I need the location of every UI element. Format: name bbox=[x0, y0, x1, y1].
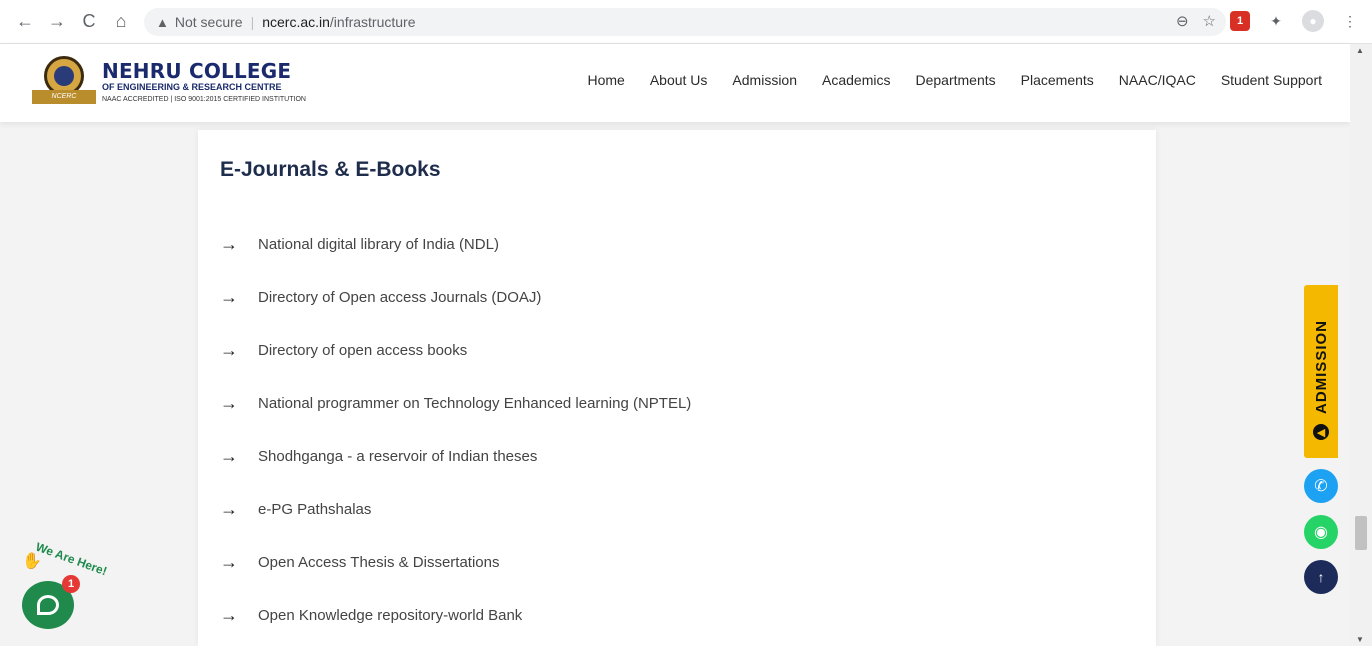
resource-link[interactable]: Open Access Thesis & Dissertations bbox=[258, 554, 500, 571]
arrow-right-icon: → bbox=[220, 393, 238, 413]
nav-student-support[interactable]: Student Support bbox=[1221, 72, 1322, 88]
security-label[interactable]: Not secure bbox=[175, 14, 243, 30]
list-item[interactable]: → National programmer on Technology Enha… bbox=[220, 377, 691, 430]
browser-toolbar: ← → C ⌂ ▲ Not secure | ncerc.ac.in /infr… bbox=[0, 0, 1372, 44]
browser-menu-icon[interactable]: ⋮ bbox=[1340, 11, 1360, 31]
home-icon[interactable]: ⌂ bbox=[108, 9, 134, 35]
list-item[interactable]: → Directory of Open access Journals (DOA… bbox=[220, 271, 691, 324]
resource-link[interactable]: Shodhganga - a reservoir of Indian these… bbox=[258, 448, 537, 465]
resource-link[interactable]: e-PG Pathshalas bbox=[258, 501, 371, 518]
logo-subtitle: OF ENGINEERING & RESEARCH CENTRE bbox=[102, 81, 282, 92]
admission-tab-label: ADMISSION bbox=[1312, 319, 1330, 414]
extension-badge-icon[interactable]: 1 bbox=[1230, 11, 1250, 31]
arrow-right-icon: → bbox=[220, 234, 238, 254]
url-host[interactable]: ncerc.ac.in bbox=[262, 14, 330, 30]
reload-icon[interactable]: C bbox=[76, 9, 102, 35]
admission-side-tab[interactable]: ADMISSION ◀ bbox=[1304, 285, 1338, 458]
ejournals-card: E-Journals & E-Books → National digital … bbox=[198, 130, 1156, 646]
resource-link-list: → National digital library of India (NDL… bbox=[220, 218, 691, 642]
nav-naac-iqac[interactable]: NAAC/IQAC bbox=[1119, 72, 1196, 88]
arrow-left-circle-icon: ◀ bbox=[1313, 424, 1329, 440]
logo-text: NEHRU COLLEGE OF ENGINEERING & RESEARCH … bbox=[102, 60, 306, 105]
scroll-to-top-button[interactable]: ↑ bbox=[1304, 560, 1338, 594]
warning-icon[interactable]: ▲ bbox=[156, 15, 169, 30]
section-title: E-Journals & E-Books bbox=[220, 158, 441, 181]
nav-placements[interactable]: Placements bbox=[1021, 72, 1094, 88]
zoom-icon[interactable]: ⊖ bbox=[1176, 12, 1189, 30]
nav-about-us[interactable]: About Us bbox=[650, 72, 708, 88]
arrow-right-icon: → bbox=[220, 340, 238, 360]
nav-departments[interactable]: Departments bbox=[915, 72, 995, 88]
arrow-right-icon: → bbox=[220, 552, 238, 572]
resource-link[interactable]: National digital library of India (NDL) bbox=[258, 236, 499, 253]
logo-certification: NAAC ACCREDITED | ISO 9001:2015 CERTIFIE… bbox=[102, 95, 306, 103]
nav-academics[interactable]: Academics bbox=[822, 72, 890, 88]
site-header: NCERC NEHRU COLLEGE OF ENGINEERING & RES… bbox=[0, 44, 1350, 122]
bookmark-star-icon[interactable]: ☆ bbox=[1203, 12, 1216, 30]
resource-link[interactable]: Directory of open access books bbox=[258, 342, 467, 359]
arrow-right-icon: → bbox=[220, 605, 238, 625]
resource-link[interactable]: Open Knowledge repository-world Bank bbox=[258, 607, 522, 624]
whatsapp-button[interactable]: ◉ bbox=[1304, 515, 1338, 549]
phone-icon: ✆ bbox=[1314, 478, 1328, 495]
scroll-down-icon[interactable]: ▼ bbox=[1356, 635, 1364, 644]
arrow-right-icon: → bbox=[220, 287, 238, 307]
logo-title: NEHRU COLLEGE bbox=[102, 58, 292, 83]
nav-admission[interactable]: Admission bbox=[732, 72, 797, 88]
page-scrollbar[interactable]: ▲ ▼ bbox=[1350, 44, 1372, 646]
puzzle-extensions-icon[interactable]: ✦ bbox=[1266, 11, 1286, 31]
chat-unread-badge: 1 bbox=[62, 575, 80, 593]
extensions-area: 1 ✦ ● ⋮ bbox=[1230, 10, 1360, 32]
address-bar[interactable]: ▲ Not secure | ncerc.ac.in /infrastructu… bbox=[144, 8, 1226, 36]
omnibox-actions: ⊖ ☆ bbox=[1176, 12, 1216, 30]
url-path[interactable]: /infrastructure bbox=[330, 14, 416, 30]
list-item[interactable]: → Open Access Thesis & Dissertations bbox=[220, 536, 691, 589]
logo-ribbon: NCERC bbox=[32, 90, 96, 104]
main-navigation: Home About Us Admission Academics Depart… bbox=[562, 72, 1322, 88]
chat-tagline: We Are Here! bbox=[33, 539, 109, 579]
college-emblem-icon: NCERC bbox=[30, 54, 100, 110]
college-logo[interactable]: NCERC NEHRU COLLEGE OF ENGINEERING & RES… bbox=[30, 54, 306, 110]
back-icon[interactable]: ← bbox=[12, 9, 38, 35]
nav-home[interactable]: Home bbox=[587, 72, 624, 88]
whatsapp-icon: ◉ bbox=[1314, 524, 1328, 541]
list-item[interactable]: → e-PG Pathshalas bbox=[220, 483, 691, 536]
phone-call-button[interactable]: ✆ bbox=[1304, 469, 1338, 503]
divider: | bbox=[250, 14, 255, 30]
resource-link[interactable]: National programmer on Technology Enhanc… bbox=[258, 395, 691, 412]
chat-launcher[interactable]: 1 bbox=[22, 575, 80, 631]
list-item[interactable]: → Directory of open access books bbox=[220, 324, 691, 377]
scroll-up-icon[interactable]: ▲ bbox=[1356, 46, 1364, 55]
arrow-right-icon: → bbox=[220, 499, 238, 519]
resource-link[interactable]: Directory of Open access Journals (DOAJ) bbox=[258, 289, 541, 306]
list-item[interactable]: → National digital library of India (NDL… bbox=[220, 218, 691, 271]
scroll-thumb[interactable] bbox=[1355, 516, 1367, 550]
profile-avatar[interactable]: ● bbox=[1302, 10, 1324, 32]
arrow-right-icon: → bbox=[220, 446, 238, 466]
list-item[interactable]: → Shodhganga - a reservoir of Indian the… bbox=[220, 430, 691, 483]
arrow-up-icon: ↑ bbox=[1317, 569, 1325, 585]
forward-icon[interactable]: → bbox=[44, 9, 70, 35]
list-item[interactable]: → Open Knowledge repository-world Bank bbox=[220, 589, 691, 642]
